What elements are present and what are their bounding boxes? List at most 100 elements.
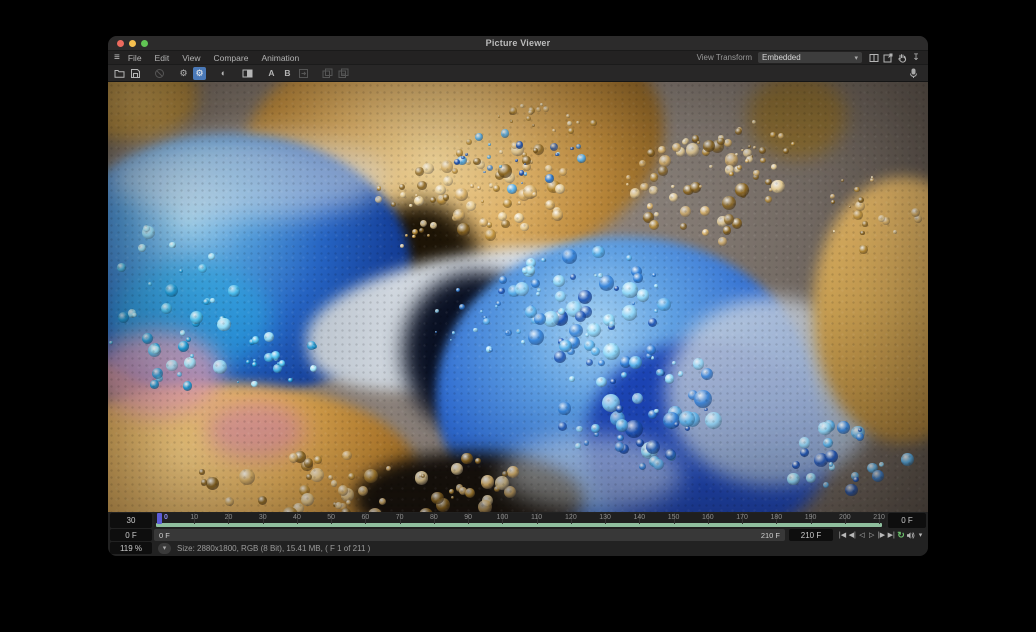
copy-image-icon[interactable] bbox=[321, 67, 334, 80]
render-bubble bbox=[258, 496, 267, 505]
render-bubble bbox=[524, 172, 527, 175]
render-bubble bbox=[143, 225, 150, 232]
zoom-dropdown-button[interactable]: ▾ bbox=[158, 543, 171, 554]
ruler-tick-label: 130 bbox=[599, 514, 611, 521]
previous-frame-button[interactable]: ◀| bbox=[848, 532, 857, 539]
render-bubble bbox=[735, 153, 738, 156]
render-bubble bbox=[455, 188, 468, 201]
ruler-tick-label: 150 bbox=[668, 514, 680, 521]
view-transform-select[interactable]: Embedded ▾ bbox=[758, 52, 862, 63]
image-b-icon[interactable]: B bbox=[281, 67, 294, 80]
pop-out-icon[interactable] bbox=[882, 52, 894, 63]
render-bubble bbox=[632, 393, 643, 404]
render-bubble bbox=[415, 167, 424, 176]
timeline-ruler[interactable]: 0 10203040506070809010011012013014015016… bbox=[154, 513, 886, 528]
render-bubble bbox=[228, 285, 239, 296]
menu-item-file[interactable]: File bbox=[128, 53, 142, 63]
pan-hand-icon[interactable] bbox=[896, 52, 908, 63]
render-bubble bbox=[346, 500, 351, 505]
render-bubble bbox=[489, 183, 494, 188]
go-to-end-button[interactable]: ▶| bbox=[887, 532, 896, 539]
render-bubble bbox=[478, 500, 492, 512]
render-bubble bbox=[596, 377, 606, 387]
render-bubble bbox=[386, 466, 391, 471]
open-folder-icon[interactable] bbox=[113, 67, 126, 80]
picture-viewer-window: Picture Viewer ≡ FileEditViewCompareAnim… bbox=[108, 36, 928, 556]
render-bubble bbox=[375, 196, 382, 203]
image-a-icon[interactable]: A bbox=[265, 67, 278, 80]
zoom-level-field[interactable]: 119 % bbox=[110, 542, 152, 554]
render-bubble bbox=[760, 158, 766, 164]
render-bubble bbox=[165, 284, 178, 297]
render-bubble bbox=[210, 298, 214, 302]
render-bubble bbox=[519, 170, 524, 175]
start-frame-field[interactable]: 0 F bbox=[110, 529, 152, 541]
render-bubble bbox=[674, 422, 679, 427]
range-start-label: 0 F bbox=[159, 531, 170, 540]
viewer-image-canvas[interactable] bbox=[108, 82, 928, 512]
save-image-icon[interactable] bbox=[129, 67, 142, 80]
render-bubble bbox=[498, 288, 505, 295]
render-bubble bbox=[364, 469, 378, 483]
frame-range-slider[interactable]: 0 F 210 F bbox=[154, 529, 785, 541]
render-bubble bbox=[672, 143, 681, 152]
fps-field[interactable]: 30 bbox=[110, 513, 152, 528]
render-bubble bbox=[879, 462, 884, 467]
playhead[interactable] bbox=[157, 513, 162, 524]
end-frame-field[interactable]: 210 F bbox=[789, 529, 833, 541]
render-bubble bbox=[304, 458, 313, 467]
play-forwards-button[interactable]: ▷ bbox=[867, 532, 876, 539]
render-bubble bbox=[488, 143, 491, 146]
stop-render-icon[interactable] bbox=[153, 67, 166, 80]
ab-compare-icon[interactable] bbox=[241, 67, 254, 80]
swap-ab-icon[interactable] bbox=[297, 67, 310, 80]
render-bubble bbox=[860, 231, 865, 236]
render-bubble bbox=[783, 148, 789, 154]
render-bubble bbox=[138, 244, 146, 252]
render-bubble bbox=[647, 203, 654, 210]
render-bubble bbox=[656, 369, 664, 377]
menu-item-view[interactable]: View bbox=[182, 53, 200, 63]
range-end-label: 210 F bbox=[761, 531, 780, 540]
render-bubble bbox=[570, 147, 573, 150]
menu-item-compare[interactable]: Compare bbox=[213, 53, 248, 63]
ruler-tick-label: 180 bbox=[770, 514, 782, 521]
render-bubble bbox=[614, 286, 619, 291]
loop-mode-button[interactable]: ↻ bbox=[897, 531, 906, 540]
render-bubble bbox=[507, 466, 519, 478]
pin-down-icon[interactable]: ↧ bbox=[910, 52, 922, 63]
sound-button[interactable] bbox=[906, 531, 915, 540]
render-bubble bbox=[753, 170, 759, 176]
split-view-icon[interactable] bbox=[868, 52, 880, 63]
go-to-start-button[interactable]: |◀ bbox=[838, 532, 847, 539]
render-bubble bbox=[659, 155, 671, 167]
ruler-tick-label: 100 bbox=[497, 514, 509, 521]
render-bubble bbox=[526, 265, 536, 275]
menu-item-edit[interactable]: Edit bbox=[155, 53, 170, 63]
render-bubble bbox=[431, 492, 443, 504]
render-bubble bbox=[341, 508, 351, 512]
preview-range-bar[interactable] bbox=[156, 523, 882, 527]
render-bubble bbox=[637, 289, 649, 301]
render-bubble bbox=[495, 305, 498, 308]
settings-gear-icon[interactable]: ⚙ bbox=[177, 67, 190, 80]
render-bubble bbox=[152, 368, 163, 379]
menu-item-animation[interactable]: Animation bbox=[261, 53, 299, 63]
render-bubble bbox=[679, 411, 695, 427]
render-bubble bbox=[654, 212, 659, 217]
next-frame-button[interactable]: |▶ bbox=[877, 532, 886, 539]
render-bubble bbox=[753, 146, 756, 149]
render-bubble bbox=[633, 273, 643, 283]
play-backwards-button[interactable]: ◁ bbox=[858, 532, 867, 539]
playback-options-button[interactable]: ▾ bbox=[916, 532, 925, 539]
render-bubble bbox=[239, 469, 255, 485]
microphone-icon[interactable] bbox=[907, 67, 920, 80]
current-frame-field[interactable]: 0 F bbox=[888, 513, 926, 528]
hamburger-menu-icon[interactable]: ≡ bbox=[114, 53, 120, 63]
ruler-tick-label: 10 bbox=[190, 514, 198, 521]
render-bubble bbox=[520, 223, 528, 231]
contrast-icon[interactable]: ◐ bbox=[217, 67, 230, 80]
paste-image-icon[interactable] bbox=[337, 67, 350, 80]
display-settings-gear-icon[interactable]: ⚙ bbox=[193, 67, 206, 80]
render-bubble bbox=[833, 230, 836, 233]
